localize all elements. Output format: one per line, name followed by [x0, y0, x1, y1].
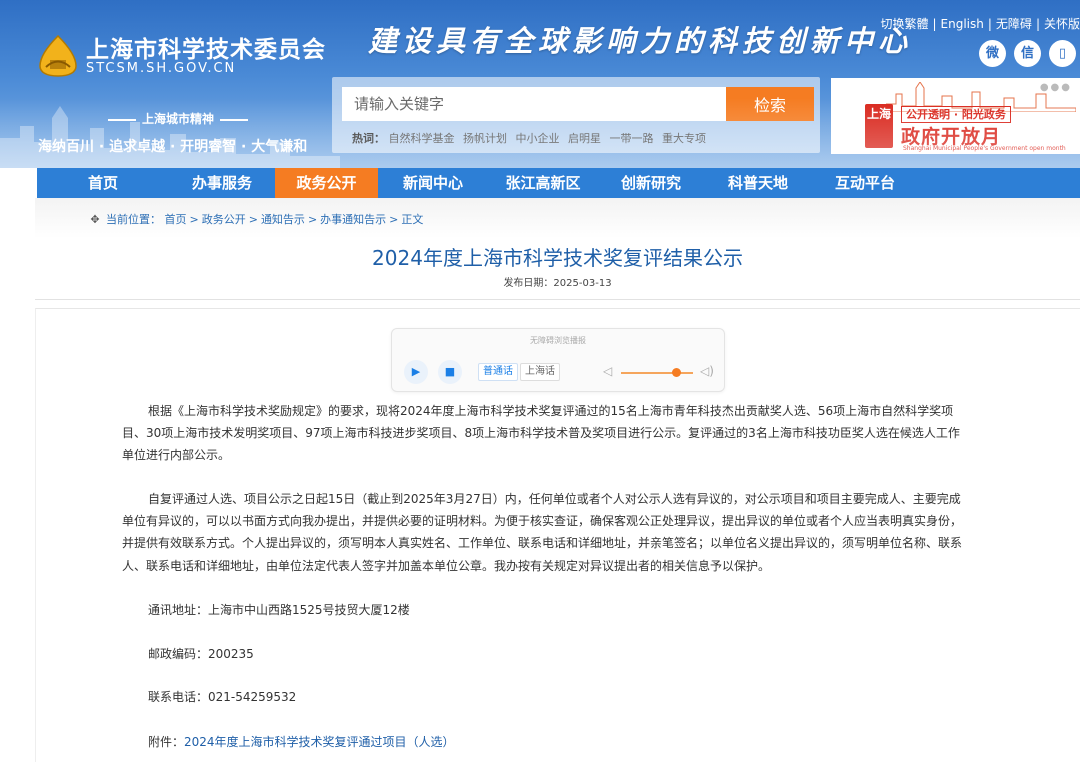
city-spirit-title: 上海城市精神	[102, 110, 254, 127]
nav-item-interaction[interactable]: 互动平台	[812, 168, 918, 198]
player-note: 无障碍浏览播报	[530, 336, 586, 345]
breadcrumb-label: 当前位置：	[106, 213, 161, 226]
hot-word-link[interactable]: 启明星	[568, 132, 601, 145]
nav-item-news[interactable]: 新闻中心	[378, 168, 488, 198]
article-paragraph-2: 自复评通过人选、项目公示之日起15日（截止到2025年3月27日）内，任何单位或…	[122, 492, 963, 573]
play-icon[interactable]: ▶	[404, 360, 428, 384]
nav-item-science-popular[interactable]: 科普天地	[704, 168, 812, 198]
volume-down-icon[interactable]: ◁	[603, 364, 612, 378]
nav-item-gov-affairs[interactable]: 政务公开	[275, 168, 378, 198]
hot-word-link[interactable]: 扬帆计划	[463, 132, 507, 145]
top-links: 切换繁體 | English | 无障碍 | 关怀版	[880, 17, 1080, 31]
volume-up-icon[interactable]: ◁)	[700, 364, 714, 378]
site-header: 上海市科学技术委员会 STCSM.SH.GOV.CN 建设具有全球影响力的科技创…	[0, 0, 1080, 168]
nav-item-innovation[interactable]: 创新研究	[598, 168, 704, 198]
publish-date: 发布日期：2025-03-13	[503, 278, 612, 289]
banner-carousel-dots[interactable]: ●●●	[1040, 82, 1072, 93]
lang-mandarin-tab[interactable]: 普通话	[478, 363, 518, 381]
article-title: 2024年度上海市科学技术奖复评结果公示	[372, 246, 743, 270]
hot-word-link[interactable]: 自然科学基金	[389, 132, 455, 145]
breadcrumb: ✥ 当前位置： 首页 > 政务公开 > 通知告示 > 办事通知告示 > 正文	[88, 211, 423, 227]
hot-word-link[interactable]: 一带一路	[610, 132, 654, 145]
breadcrumb-gov-affairs[interactable]: 政务公开	[202, 213, 246, 226]
city-skyline-decoration	[0, 106, 340, 168]
contact-phone: 联系电话：021-54259532	[148, 690, 297, 704]
link-traditional-chinese[interactable]: 切换繁體	[880, 17, 928, 31]
site-domain: STCSM.SH.GOV.CN	[86, 61, 237, 76]
breadcrumb-home[interactable]: 首页	[165, 213, 187, 226]
search-panel: 检索 热词： 自然科学基金 扬帆计划 中小企业 启明星 一带一路 重大专项	[332, 77, 820, 153]
weibo-icon[interactable]: 微	[979, 40, 1006, 67]
banner-tagline: 公开透明 · 阳光政务	[901, 106, 1011, 123]
volume-slider-handle[interactable]	[672, 368, 681, 377]
location-icon: ✥	[90, 213, 100, 226]
banner-badge: 上海	[865, 104, 893, 148]
search-button[interactable]: 检索	[726, 87, 814, 121]
breadcrumb-service-notices[interactable]: 办事通知告示	[320, 213, 386, 226]
audio-player: 无障碍浏览播报 ▶ ■ 普通话 上海话 ◁ ◁)	[391, 328, 725, 392]
attachment-label: 附件：	[148, 735, 185, 749]
banner-title: 政府开放月	[901, 126, 1002, 148]
hot-words-label: 热词：	[352, 132, 385, 145]
wechat-icon[interactable]: 信	[1014, 40, 1041, 67]
banner-english: Shanghai Municipal People's Government o…	[903, 145, 1066, 152]
volume-slider[interactable]	[621, 372, 693, 374]
link-english[interactable]: English	[941, 17, 984, 31]
mobile-icon[interactable]: ▯	[1049, 40, 1076, 67]
lang-shanghainese-tab[interactable]: 上海话	[520, 363, 560, 381]
hot-words: 热词： 自然科学基金 扬帆计划 中小企业 启明星 一带一路 重大专项	[352, 130, 711, 146]
nav-item-services[interactable]: 办事服务	[169, 168, 275, 198]
stop-icon[interactable]: ■	[438, 360, 462, 384]
main-nav: 首页 办事服务 政务公开 新闻中心 张江高新区 创新研究 科普天地 互动平台	[37, 168, 1080, 198]
nav-item-zhangjiang[interactable]: 张江高新区	[488, 168, 598, 198]
hot-word-link[interactable]: 中小企业	[516, 132, 560, 145]
city-spirit-text: 海纳百川 · 追求卓越 · 开明睿智 · 大气谦和	[38, 139, 308, 155]
nav-item-home[interactable]: 首页	[37, 168, 169, 198]
link-accessibility[interactable]: 无障碍	[996, 17, 1032, 31]
search-input[interactable]	[342, 87, 726, 121]
header-slogan: 建设具有全球影响力的科技创新中心	[368, 24, 913, 58]
breadcrumb-notices[interactable]: 通知告示	[261, 213, 305, 226]
site-name: 上海市科学技术委员会	[86, 37, 326, 63]
contact-address: 通讯地址：上海市中山西路1525号技贸大厦12楼	[148, 603, 410, 617]
link-elder-mode[interactable]: 关怀版	[1044, 17, 1080, 31]
hot-word-link[interactable]: 重大专项	[662, 132, 706, 145]
article-paragraph-1: 根据《上海市科学技术奖励规定》的要求，现将2024年度上海市科学技术奖复评通过的…	[122, 404, 960, 463]
attachment-line: 附件：2024年度上海市科学技术奖复评通过项目（人选）	[148, 733, 455, 750]
stcsm-logo-icon	[39, 34, 77, 77]
open-month-banner[interactable]: ●●● 上海 公开透明 · 阳光政务 政府开放月 Shanghai Munici…	[831, 78, 1080, 154]
contact-postcode: 邮政编码：200235	[148, 647, 254, 661]
attachment-link[interactable]: 2024年度上海市科学技术奖复评通过项目（人选）	[184, 735, 455, 749]
breadcrumb-current: 正文	[401, 213, 424, 226]
